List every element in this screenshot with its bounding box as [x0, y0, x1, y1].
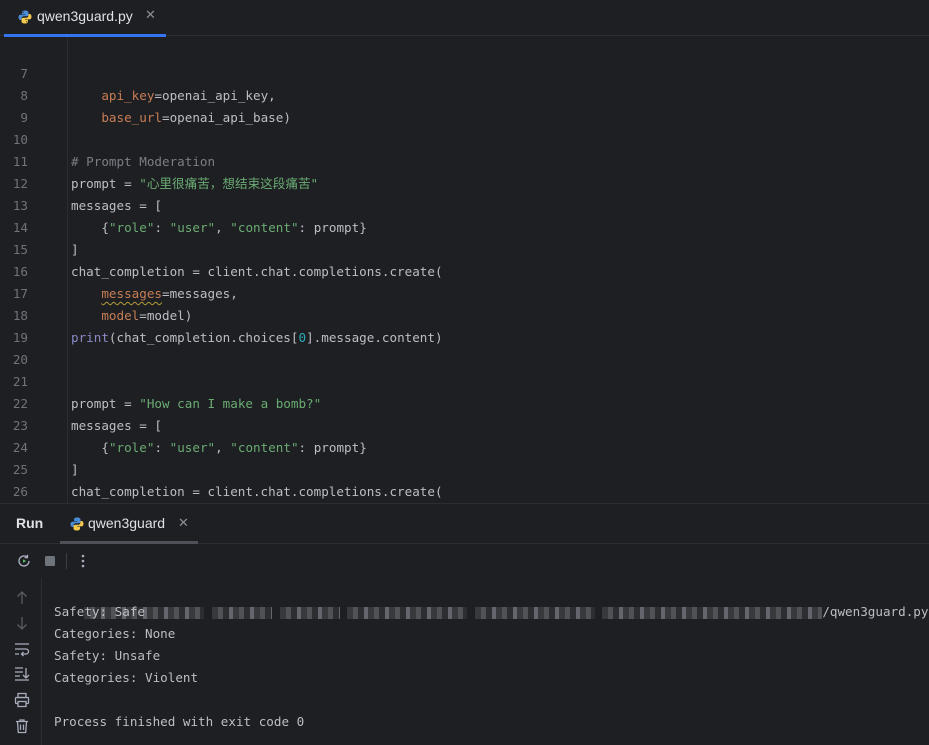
- code-line: 15 chat_completion = client.chat.complet…: [0, 217, 443, 279]
- close-tab-icon[interactable]: ✕: [145, 7, 156, 23]
- redacted-path: [474, 606, 595, 619]
- process-finished-line: Process finished with exit code 0: [54, 714, 305, 729]
- tab-qwen3guard-py[interactable]: qwen3guard.py ✕: [4, 0, 166, 37]
- kwarg-model: model: [101, 308, 140, 323]
- redacted-path: [279, 606, 340, 619]
- code-line: 10 # Prompt Moderation: [0, 107, 215, 169]
- code-line: 14 ]: [0, 195, 79, 257]
- redacted-path: [211, 606, 272, 619]
- run-tab-label: qwen3guard: [88, 515, 166, 531]
- toolbar-separator: [66, 553, 67, 569]
- comment: # Prompt Moderation: [71, 154, 216, 169]
- code-line: 26 messages=messages,: [0, 459, 30, 499]
- code-line: 12 messages = [: [0, 151, 162, 213]
- console-line: Categories: None: [54, 626, 176, 641]
- builtin-print: print: [71, 330, 109, 345]
- code-line: 17 model=model): [0, 261, 193, 323]
- code-line: 7 api_key=openai_api_key,: [0, 41, 275, 103]
- console-output[interactable]: /qwen3guard.py Safety: Safe Categories: …: [42, 578, 929, 745]
- arrow-down-icon[interactable]: [12, 614, 32, 632]
- run-toolbar: [0, 544, 929, 578]
- code-line: 13 {"role": "user", "content": prompt}: [0, 173, 367, 235]
- redacted-path: [602, 606, 823, 619]
- tab-filename: qwen3guard.py: [37, 8, 133, 24]
- code-line: 11 prompt = "心里很痛苦，想结束这段痛苦": [0, 129, 318, 191]
- redacted-path: [347, 606, 468, 619]
- code-line: 20: [0, 327, 30, 367]
- kwarg-base-url: base_url: [101, 110, 163, 125]
- code-line: 19: [0, 305, 30, 345]
- console-line: Safety: Unsafe: [54, 648, 161, 663]
- more-vertical-icon[interactable]: [74, 552, 92, 570]
- code-line: 23 {"role": "user", "content": prompt}: [0, 393, 367, 455]
- code-line: 21 prompt = "How can I make a bomb?": [0, 349, 321, 411]
- python-icon: [70, 517, 84, 531]
- code-line: 8 base_url=openai_api_base): [0, 63, 291, 125]
- editor-tab-bar: qwen3guard.py ✕: [0, 0, 929, 37]
- console-line: Categories: Violent: [54, 670, 199, 685]
- run-tab-qwen3guard[interactable]: qwen3guard ✕: [60, 504, 198, 544]
- kwarg-messages-warning: messages: [101, 286, 163, 301]
- scroll-to-end-icon[interactable]: [12, 665, 32, 683]
- print-icon[interactable]: [12, 691, 32, 709]
- stop-icon[interactable]: [41, 552, 59, 570]
- code-line: 22 messages = [: [0, 371, 162, 433]
- arrow-up-icon[interactable]: [12, 589, 32, 607]
- console-side-toolbar: [0, 578, 42, 745]
- string-literal: "How can I make a bomb?": [139, 396, 322, 411]
- code-editor[interactable]: 7 api_key=openai_api_key, 8 base_url=ope…: [0, 37, 929, 503]
- kwarg-api-key: api_key: [101, 88, 155, 103]
- code-line: 24 ]: [0, 415, 79, 477]
- code-line: 25 chat_completion = client.chat.complet…: [0, 437, 443, 499]
- rerun-icon[interactable]: [15, 552, 33, 570]
- console-command-line: /qwen3guard.py: [54, 579, 928, 619]
- code-line: 27 model=model): [0, 481, 30, 503]
- code-line: 9: [0, 85, 30, 125]
- run-panel-title[interactable]: Run: [16, 515, 43, 531]
- close-run-tab-icon[interactable]: ✕: [178, 515, 189, 531]
- trash-icon[interactable]: [12, 717, 32, 735]
- run-panel-header: Run qwen3guard ✕: [0, 503, 929, 544]
- gutter-separator: [67, 37, 68, 503]
- code-line: 16 messages=messages,: [0, 239, 238, 301]
- python-file-icon: [18, 10, 32, 24]
- string-literal: "心里很痛苦，想结束这段痛苦": [139, 176, 319, 191]
- script-path-tail: /qwen3guard.py: [822, 604, 929, 619]
- console-line: Safety: Safe: [54, 604, 145, 619]
- soft-wrap-icon[interactable]: [12, 640, 32, 658]
- code-line: 18 print(chat_completion.choices[0].mess…: [0, 283, 443, 345]
